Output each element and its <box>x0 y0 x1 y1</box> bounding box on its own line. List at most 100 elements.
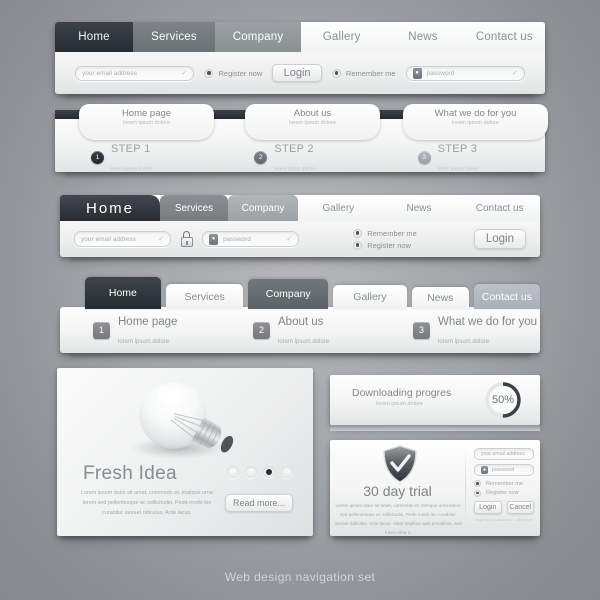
tab-gallery[interactable]: Gallery <box>333 285 407 309</box>
radio-label: Remember me <box>345 68 396 78</box>
tab-home[interactable]: Home <box>60 195 160 221</box>
password-placeholder: password <box>223 235 251 243</box>
nav-bar-1: Home Services Company Gallery News Conta… <box>55 22 545 94</box>
item-subtitle: lorem ipsum dolore <box>438 339 490 345</box>
tab-label: Contact us <box>475 31 533 43</box>
tab-company[interactable]: Company <box>248 279 328 309</box>
step-item-2[interactable]: 2 STEP 2 lorem ipsum dolore <box>218 142 381 172</box>
login-button[interactable]: Login <box>474 500 502 514</box>
card-title: About us <box>293 108 332 119</box>
tab-services[interactable]: Services <box>160 195 228 221</box>
fresh-idea-paragraph: Lorem ipsum dolor sit amet, commodo et, … <box>81 490 213 516</box>
tab-label: Services <box>174 202 214 214</box>
step-label: STEP 1 <box>111 143 151 155</box>
card-subtitle: lorem ipsum dolore <box>289 120 336 126</box>
nav-bar-4-items: 1 Home page lorem ipsum dolore 2 About u… <box>60 307 540 353</box>
slider-dots <box>227 466 293 478</box>
progress-ring: 50% <box>483 380 523 420</box>
progress-title: Downloading progres <box>352 387 452 399</box>
card-what-we-do[interactable]: What we do for you lorem ipsum dolore <box>403 104 548 140</box>
lock-icon: ● <box>412 67 422 79</box>
remember-me-radio[interactable]: Remember me <box>331 68 396 78</box>
tab-home[interactable]: Home <box>85 277 161 309</box>
tab-services[interactable]: Services <box>165 284 244 309</box>
tab-label: News <box>408 31 438 43</box>
step-item-3[interactable]: 3 STEP 3 lorem ipsum dolore <box>382 142 545 172</box>
tab-services[interactable]: Services <box>133 22 215 52</box>
radio-label: Register now <box>218 68 263 78</box>
register-now-radio[interactable]: Register now <box>474 489 534 497</box>
email-input[interactable]: your email address ✓ <box>74 231 172 247</box>
forgot-password-link[interactable]: forgot your password? - click here <box>474 518 534 522</box>
lightbulb-icon <box>119 376 254 468</box>
item-about-us[interactable]: 2 About us lorem ipsum dolore <box>220 312 380 348</box>
remember-me-radio[interactable]: Remember me <box>474 480 534 487</box>
login-button[interactable]: Login <box>473 229 526 249</box>
tab-label: News <box>406 202 432 214</box>
nav-bar-1-tabs: Home Services Company Gallery News Conta… <box>55 22 545 52</box>
tab-label: Contact us <box>481 290 532 303</box>
tab-contact-us[interactable]: Contact us <box>473 284 540 309</box>
tab-label: Home <box>108 287 137 299</box>
read-more-button[interactable]: Read more... <box>225 494 293 512</box>
register-now-radio[interactable]: Register now <box>353 240 417 250</box>
slider-dot[interactable] <box>227 466 239 478</box>
nav-bar-1-form: your email address ✓ Register now Login … <box>55 52 545 94</box>
password-input[interactable]: ● password ✓ <box>202 231 300 247</box>
tab-label: Gallery <box>322 31 361 43</box>
tab-label: Gallery <box>353 291 387 303</box>
step-item-1[interactable]: 1 STEP 1 lorem ipsum dolore <box>55 142 218 172</box>
tab-company[interactable]: Company <box>228 195 298 221</box>
tab-home[interactable]: Home <box>55 22 133 52</box>
radio-label: Register now <box>486 490 519 496</box>
email-placeholder: your email address <box>81 235 136 243</box>
tab-label: Services <box>151 31 197 43</box>
read-more-label: Read more... <box>232 498 286 508</box>
tab-label: Company <box>265 288 311 300</box>
radio-label: Remember me <box>367 228 417 238</box>
tab-news[interactable]: News <box>378 195 460 221</box>
radio-dot-icon <box>353 228 363 238</box>
password-input[interactable]: ● password ✓ <box>405 65 525 81</box>
progress-foot-bar <box>330 425 540 431</box>
tab-label: Home <box>85 199 134 217</box>
nav-bar-3-form: your email address ✓ ● password ✓ Rememb… <box>60 221 540 257</box>
slider-dot[interactable] <box>281 466 293 478</box>
card-about-us[interactable]: About us lorem ipsum dolore <box>245 104 380 140</box>
card-subtitle: lorem ipsum dolore <box>452 120 499 126</box>
progress-percent-label: 50% <box>491 394 515 406</box>
remember-me-radio[interactable]: Remember me <box>353 228 417 238</box>
check-icon: ✓ <box>286 236 293 243</box>
item-number-badge: 2 <box>253 321 270 339</box>
password-input[interactable]: ● password <box>474 464 534 476</box>
login-button[interactable]: Login <box>272 64 322 82</box>
card-home-page[interactable]: Home page lorem ipsum dolore <box>79 104 214 140</box>
progress-panel: Downloading progres lorem ipsum dolore 5… <box>330 375 540 431</box>
email-input[interactable]: your email address ✓ <box>75 65 195 81</box>
login-button-label: Login <box>485 233 514 245</box>
email-input[interactable]: your email address <box>474 448 534 460</box>
check-icon: ✓ <box>181 70 188 77</box>
tab-gallery[interactable]: Gallery <box>298 195 379 221</box>
tab-company[interactable]: Company <box>215 22 301 52</box>
slider-dot-active[interactable] <box>263 466 275 478</box>
item-title: About us <box>278 316 324 328</box>
tab-news[interactable]: News <box>382 22 464 52</box>
register-now-radio[interactable]: Register now <box>204 68 263 78</box>
padlock-icon <box>180 231 193 247</box>
tab-contact-us[interactable]: Contact us <box>459 195 541 221</box>
fresh-idea-panel: Fresh Idea Lorem ipsum dolor sit amet, c… <box>57 368 313 536</box>
page-caption: Web design navigation set <box>224 570 376 584</box>
item-what-we-do[interactable]: 3 What we do for you lorem ipsum dolore <box>380 312 540 348</box>
cancel-button[interactable]: Cancel <box>506 500 534 514</box>
nav-bar-4: Home Services Company Gallery News Conta… <box>60 277 540 353</box>
tab-gallery[interactable]: Gallery <box>301 22 383 52</box>
step-subtitle: lorem ipsum dolore <box>274 167 316 172</box>
tab-contact-us[interactable]: Contact us <box>463 22 545 52</box>
trial-panel: 30 day trial Lorem ipsum dolor sit amet,… <box>330 440 540 536</box>
slider-dot[interactable] <box>245 466 257 478</box>
item-home-page[interactable]: 1 Home page lorem ipsum dolore <box>60 312 220 348</box>
tab-news[interactable]: News <box>411 287 469 309</box>
item-title: Home page <box>118 316 178 328</box>
password-placeholder: password <box>492 467 515 473</box>
